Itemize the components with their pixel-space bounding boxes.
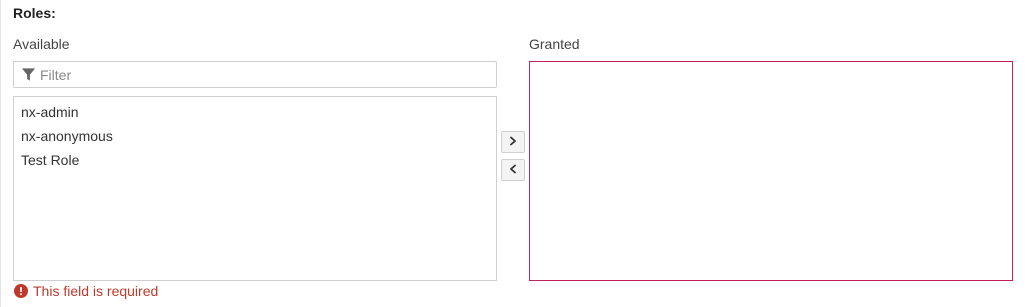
error-message: This field is required	[33, 283, 159, 299]
available-list[interactable]: nx-admin nx-anonymous Test Role	[13, 96, 497, 281]
exclamation-circle-icon	[14, 284, 28, 298]
validation-error: This field is required	[14, 283, 158, 299]
list-item-test-role[interactable]: Test Role	[14, 148, 496, 172]
remove-from-granted-button[interactable]	[501, 159, 525, 181]
list-item-nx-admin[interactable]: nx-admin	[14, 100, 496, 124]
filter-icon	[20, 67, 36, 83]
add-to-granted-button[interactable]	[501, 131, 525, 153]
left-divider	[0, 0, 1, 307]
filter-input[interactable]	[40, 66, 470, 83]
granted-label: Granted	[529, 36, 580, 52]
chevron-left-icon	[508, 161, 518, 179]
granted-list[interactable]	[529, 61, 1013, 281]
roles-field: Roles: Available Granted nx-admin nx-ano…	[0, 0, 1027, 307]
roles-title: Roles:	[13, 5, 56, 21]
list-item-nx-anonymous[interactable]: nx-anonymous	[14, 124, 496, 148]
filter-box[interactable]	[13, 61, 497, 88]
available-label: Available	[13, 36, 70, 52]
chevron-right-icon	[508, 133, 518, 151]
